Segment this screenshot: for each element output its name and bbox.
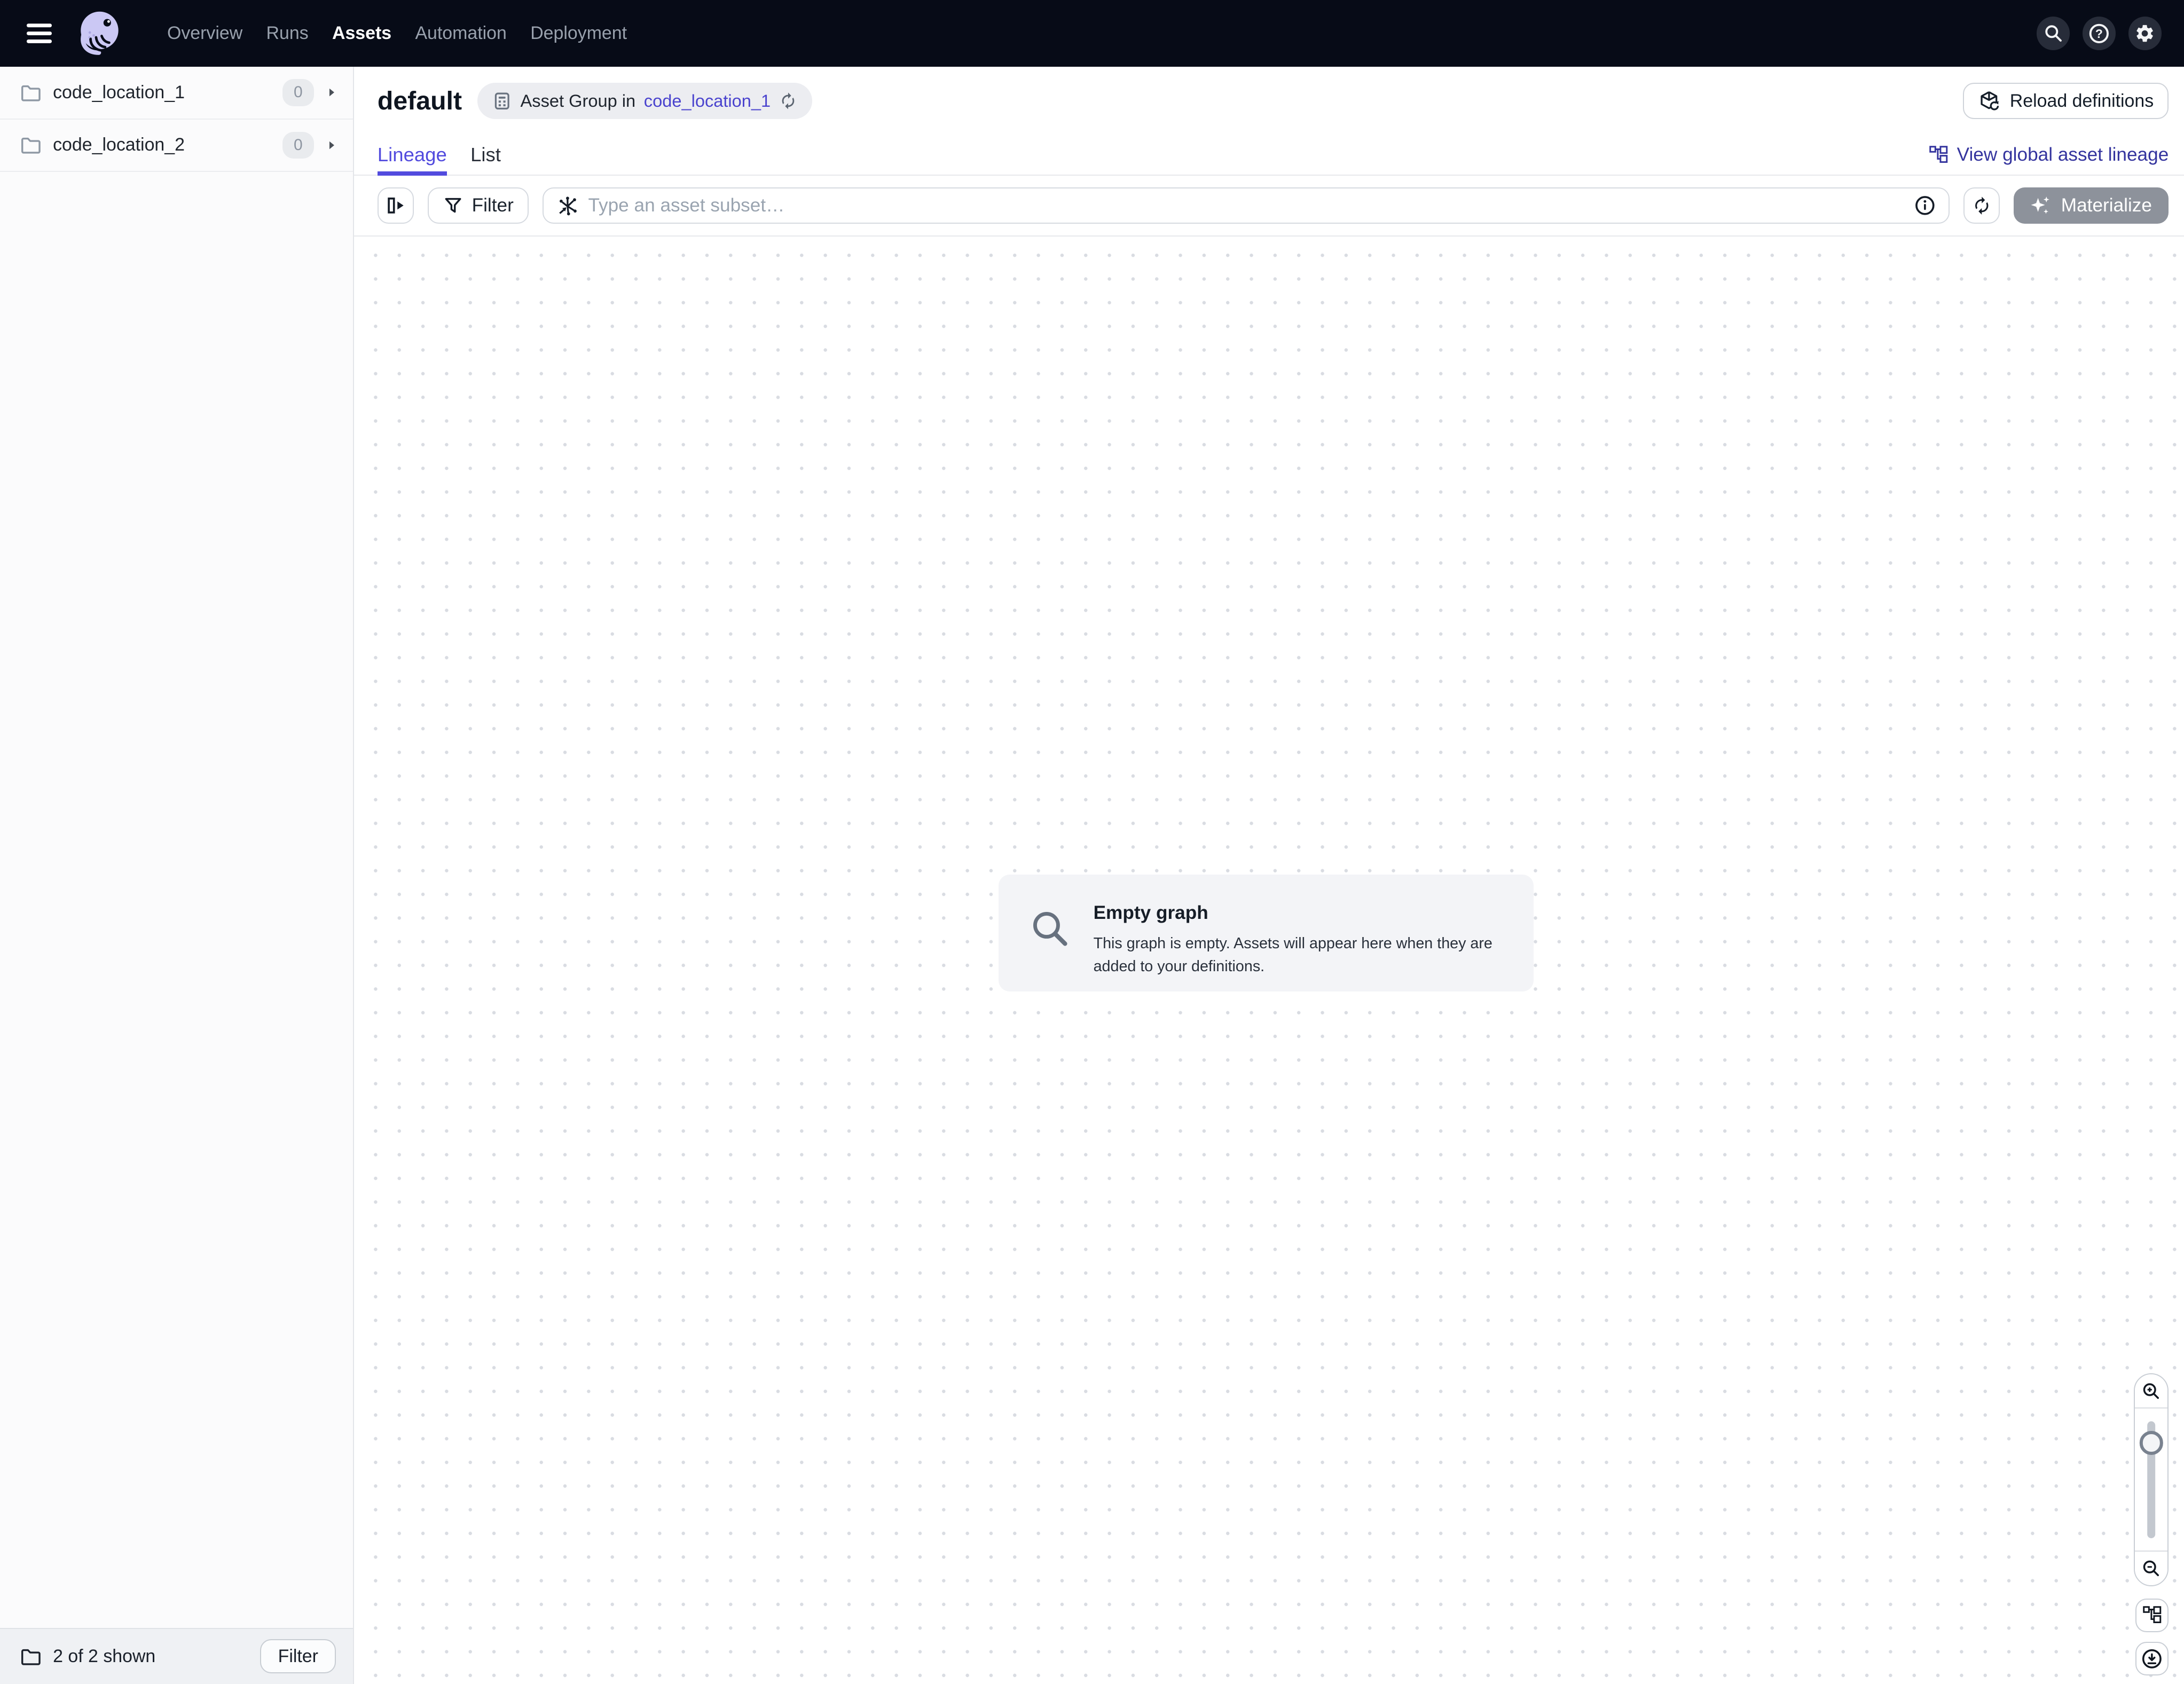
op-selector-icon — [556, 194, 578, 217]
asset-subset-input[interactable] — [588, 195, 1904, 216]
zoom-out-icon — [2141, 1559, 2161, 1578]
filter-button[interactable]: Filter — [428, 187, 529, 224]
main-panel: default Asset Group in code_location_1 — [354, 67, 2184, 1683]
nav-item-runs[interactable]: Runs — [263, 18, 311, 50]
nav-actions: ? — [2037, 17, 2162, 50]
sidebar-filter-button[interactable]: Filter — [260, 1639, 336, 1673]
nav-item-assets[interactable]: Assets — [329, 18, 395, 50]
help-button[interactable]: ? — [2083, 17, 2116, 50]
panel-toggle-icon — [384, 194, 407, 217]
info-icon[interactable] — [1914, 194, 1936, 217]
empty-graph-card: Empty graph This graph is empty. Assets … — [999, 875, 1534, 991]
empty-graph-text: Empty graph This graph is empty. Assets … — [1094, 902, 1514, 964]
code-location-label: code_location_2 — [53, 135, 271, 155]
primary-nav: Overview Runs Assets Automation Deployme… — [164, 18, 630, 50]
graph-canvas[interactable]: Empty graph This graph is empty. Assets … — [354, 237, 2184, 1683]
filter-funnel-icon — [443, 195, 463, 216]
asset-group-icon — [492, 91, 512, 111]
asset-subset-search — [543, 187, 1950, 224]
search-icon — [2044, 23, 2063, 43]
zoom-in-button[interactable] — [2135, 1374, 2167, 1408]
folder-icon — [20, 134, 42, 156]
refresh-icon — [1972, 196, 1992, 216]
top-nav: Overview Runs Assets Automation Deployme… — [0, 0, 2184, 67]
gear-icon — [2134, 23, 2155, 44]
sparkle-icon — [2030, 194, 2051, 217]
open-panel-button[interactable] — [378, 187, 414, 224]
help-icon: ? — [2088, 22, 2110, 45]
lineage-icon — [2142, 1606, 2162, 1625]
zoom-control — [2134, 1373, 2169, 1586]
filter-button-label: Filter — [472, 195, 514, 216]
tab-list[interactable]: List — [470, 135, 501, 175]
sidebar-item-code-location-2[interactable]: code_location_2 0 — [0, 120, 353, 172]
tab-bar: Lineage List View global asset lineage — [354, 135, 2184, 176]
empty-graph-body: This graph is empty. Assets will appear … — [1094, 932, 1514, 978]
folder-icon — [20, 82, 42, 104]
lineage-icon — [1929, 145, 1949, 165]
code-location-label: code_location_1 — [53, 82, 271, 103]
zoom-slider-thumb[interactable] — [2140, 1431, 2163, 1454]
fit-lineage-button[interactable] — [2135, 1599, 2169, 1632]
view-global-asset-lineage-label: View global asset lineage — [1957, 144, 2169, 166]
asset-group-badge: Asset Group in code_location_1 — [477, 83, 813, 119]
settings-button[interactable] — [2128, 17, 2162, 50]
chevron-right-icon[interactable] — [325, 85, 339, 99]
search-button[interactable] — [2037, 17, 2070, 50]
dagster-app: Overview Runs Assets Automation Deployme… — [0, 0, 2184, 1684]
view-global-asset-lineage-link[interactable]: View global asset lineage — [1929, 135, 2169, 175]
asset-count-badge: 0 — [282, 79, 313, 106]
asset-group-badge-text: Asset Group in — [521, 91, 636, 111]
download-image-button[interactable] — [2135, 1642, 2169, 1675]
graph-toolbar: Filter — [354, 176, 2184, 237]
materialize-button[interactable]: Materialize — [2014, 187, 2169, 224]
reload-definitions-button[interactable]: Reload definitions — [1963, 83, 2169, 119]
folder-icon — [20, 1646, 42, 1668]
code-location-link[interactable]: code_location_1 — [644, 91, 771, 111]
menu-icon — [27, 23, 52, 44]
menu-button[interactable] — [20, 14, 59, 53]
nav-item-automation[interactable]: Automation — [412, 18, 509, 50]
page-title: default — [378, 86, 462, 116]
zoom-slider[interactable] — [2135, 1407, 2167, 1552]
shown-count-status: 2 of 2 shown — [53, 1646, 249, 1667]
sidebar: code_location_1 0 code_location_2 0 2 of… — [0, 67, 354, 1683]
svg-text:?: ? — [2095, 27, 2103, 41]
zoom-in-icon — [2141, 1381, 2161, 1401]
nav-item-overview[interactable]: Overview — [164, 18, 246, 50]
sync-icon[interactable] — [779, 92, 797, 110]
empty-graph-title: Empty graph — [1094, 902, 1514, 924]
reload-definitions-label: Reload definitions — [2010, 91, 2154, 112]
dagster-logo — [71, 5, 127, 61]
reload-definitions-icon — [1978, 90, 2000, 112]
refresh-graph-button[interactable] — [1963, 187, 2000, 224]
asset-count-badge: 0 — [282, 132, 313, 159]
materialize-label: Materialize — [2061, 195, 2152, 216]
sidebar-item-code-location-1[interactable]: code_location_1 0 — [0, 67, 353, 120]
nav-item-deployment[interactable]: Deployment — [528, 18, 630, 50]
chevron-right-icon[interactable] — [325, 138, 339, 152]
sidebar-footer: 2 of 2 shown Filter — [0, 1628, 353, 1683]
download-icon — [2141, 1648, 2163, 1670]
magnifier-icon — [1030, 908, 1071, 950]
tab-lineage[interactable]: Lineage — [378, 135, 447, 175]
page-header: default Asset Group in code_location_1 — [354, 67, 2184, 135]
zoom-out-button[interactable] — [2135, 1552, 2167, 1585]
